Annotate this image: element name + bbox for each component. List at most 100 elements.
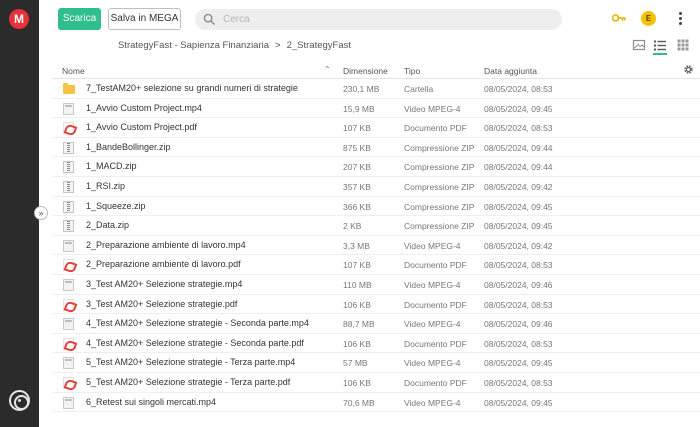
gear-icon[interactable] [683, 64, 694, 75]
file-size: 106 KB [343, 338, 371, 349]
file-name[interactable]: 1_RSI.zip [86, 181, 125, 191]
file-name[interactable]: 2_Data.zip [86, 220, 129, 230]
zip-file-icon [63, 141, 74, 154]
file-name[interactable]: 2_Preparazione ambiente di lavoro.pdf [86, 259, 241, 269]
table-row[interactable]: 2_Preparazione ambiente di lavoro.pdf 107… [52, 255, 700, 275]
table-row[interactable]: 4_Test AM20+ Selezione strategie - Secon… [52, 334, 700, 354]
file-name[interactable]: 6_Retest sui singoli mercati.mp4 [86, 397, 216, 407]
file-table: Nome ⌃ Dimensione Tipo Data aggiunta 7_T… [52, 61, 700, 413]
search-icon [203, 13, 216, 26]
search-input[interactable] [223, 9, 543, 30]
file-type: Video MPEG-4 [404, 358, 461, 369]
video-file-icon [63, 239, 74, 252]
search-bar[interactable] [195, 9, 562, 30]
table-row[interactable]: 1_Squeeze.zip 366 KB Compressione ZIP 08/05… [52, 197, 700, 217]
file-size: 3,3 MB [343, 240, 370, 251]
file-type: Compressione ZIP [404, 181, 475, 192]
mega-logo[interactable]: M [9, 9, 29, 29]
file-name[interactable]: 3_Test AM20+ Selezione strategie.pdf [86, 299, 237, 309]
file-date: 08/05/2024, 08:53 [484, 123, 553, 134]
pdf-file-icon [63, 376, 74, 389]
file-type: Video MPEG-4 [404, 103, 461, 114]
column-header-date[interactable]: Data aggiunta [484, 66, 537, 76]
file-name[interactable]: 4_Test AM20+ Selezione strategie - Secon… [86, 338, 304, 348]
file-date: 08/05/2024, 08:53 [484, 260, 553, 271]
column-header-size[interactable]: Dimensione [343, 66, 388, 76]
table-row[interactable]: 7_TestAM20+ selezione su grandi numeri d… [52, 79, 700, 99]
file-date: 08/05/2024, 09:45 [484, 103, 553, 114]
column-header-name[interactable]: Nome [62, 66, 85, 76]
list-view-icon[interactable] [653, 38, 667, 55]
file-size: 70,6 MB [343, 397, 375, 408]
file-type: Cartella [404, 84, 434, 94]
pdf-file-icon [63, 259, 74, 272]
table-row[interactable]: 4_Test AM20+ Selezione strategie - Secon… [52, 314, 700, 334]
table-row[interactable]: 2_Data.zip 2 KB Compressione ZIP 08/05/2024… [52, 216, 700, 236]
file-name[interactable]: 3_Test AM20+ Selezione strategie.mp4 [86, 279, 242, 289]
table-row[interactable]: 3_Test AM20+ Selezione strategie.mp4 110 … [52, 275, 700, 295]
file-name[interactable]: 1_Squeeze.zip [86, 201, 146, 211]
file-size: 2 KB [343, 221, 362, 232]
zip-file-icon [63, 180, 74, 193]
file-size: 106 KB [343, 299, 371, 310]
file-size: 207 KB [343, 162, 371, 173]
file-type: Documento PDF [404, 377, 467, 388]
file-size: 106 KB [343, 377, 371, 388]
sort-ascending-icon[interactable]: ⌃ [324, 65, 331, 74]
file-name[interactable]: 1_BandeBollinger.zip [86, 142, 171, 152]
file-name[interactable]: 1_MACD.zip [86, 161, 137, 171]
table-row[interactable]: 1_MACD.zip 207 KB Compressione ZIP 08/05/20… [52, 157, 700, 177]
file-type: Video MPEG-4 [404, 397, 461, 408]
file-type: Video MPEG-4 [404, 319, 461, 330]
account-status-icon[interactable] [9, 390, 30, 411]
file-name[interactable]: 1_Avvio Custom Project.pdf [86, 122, 197, 132]
file-size: 107 KB [343, 260, 371, 271]
expand-sidebar-button[interactable]: » [34, 206, 48, 220]
breadcrumb-item-current[interactable]: 2_StrategyFast [287, 40, 351, 51]
file-type: Video MPEG-4 [404, 240, 461, 251]
table-row[interactable]: 1_RSI.zip 357 KB Compressione ZIP 08/05/202… [52, 177, 700, 197]
download-button[interactable]: Scarica [58, 8, 101, 30]
file-date: 08/05/2024, 09:46 [484, 279, 553, 290]
breadcrumb-item-root[interactable]: StrategyFast - Sapienza Finanziaria [118, 40, 269, 51]
table-row[interactable]: 5_Test AM20+ Selezione strategie - Terza… [52, 373, 700, 393]
avatar[interactable]: E [641, 11, 656, 26]
key-icon[interactable] [612, 13, 626, 23]
table-row[interactable]: 5_Test AM20+ Selezione strategie - Terza… [52, 353, 700, 373]
save-to-mega-button[interactable]: Salva in MEGA [108, 8, 181, 30]
table-row[interactable]: 1_Avvio Custom Project.pdf 107 KB Document… [52, 118, 700, 138]
file-type: Documento PDF [404, 338, 467, 349]
table-row[interactable]: 1_Avvio Custom Project.mp4 15,9 MB Video M… [52, 99, 700, 119]
video-file-icon [63, 102, 74, 115]
file-name[interactable]: 7_TestAM20+ selezione su grandi numeri d… [86, 83, 298, 93]
grid-view-icon[interactable] [676, 38, 690, 52]
file-size: 88,7 MB [343, 319, 375, 330]
file-type: Compressione ZIP [404, 221, 475, 232]
file-date: 08/05/2024, 08:53 [484, 299, 553, 310]
file-date: 08/05/2024, 09:45 [484, 397, 553, 408]
file-size: 357 KB [343, 181, 371, 192]
file-name[interactable]: 4_Test AM20+ Selezione strategie - Secon… [86, 318, 309, 328]
more-menu-icon[interactable] [677, 11, 683, 27]
file-name[interactable]: 5_Test AM20+ Selezione strategie - Terza… [86, 377, 290, 387]
table-row[interactable]: 2_Preparazione ambiente di lavoro.mp4 3,3… [52, 236, 700, 256]
column-header-type[interactable]: Tipo [404, 66, 420, 76]
file-date: 08/05/2024, 09:45 [484, 201, 553, 212]
table-row[interactable]: 1_BandeBollinger.zip 875 KB Compressione Z… [52, 138, 700, 158]
thumbnail-view-icon[interactable] [632, 38, 646, 52]
file-size: 57 MB [343, 358, 368, 369]
file-name[interactable]: 5_Test AM20+ Selezione strategie - Terza… [86, 357, 295, 367]
table-row[interactable]: 3_Test AM20+ Selezione strategie.pdf 106 … [52, 295, 700, 315]
table-row[interactable]: 6_Retest sui singoli mercati.mp4 70,6 MB V… [52, 393, 700, 413]
zip-file-icon [63, 161, 74, 174]
file-date: 08/05/2024, 09:44 [484, 162, 553, 173]
file-size: 230,1 MB [343, 84, 380, 94]
file-date: 08/05/2024, 09:42 [484, 240, 553, 251]
file-name[interactable]: 2_Preparazione ambiente di lavoro.mp4 [86, 240, 246, 250]
video-file-icon [63, 396, 74, 409]
file-size: 15,9 MB [343, 103, 375, 114]
top-toolbar: Scarica Salva in MEGA E [39, 0, 700, 38]
file-name[interactable]: 1_Avvio Custom Project.mp4 [86, 103, 202, 113]
file-date: 08/05/2024, 08:53 [484, 377, 553, 388]
file-type: Documento PDF [404, 260, 467, 271]
